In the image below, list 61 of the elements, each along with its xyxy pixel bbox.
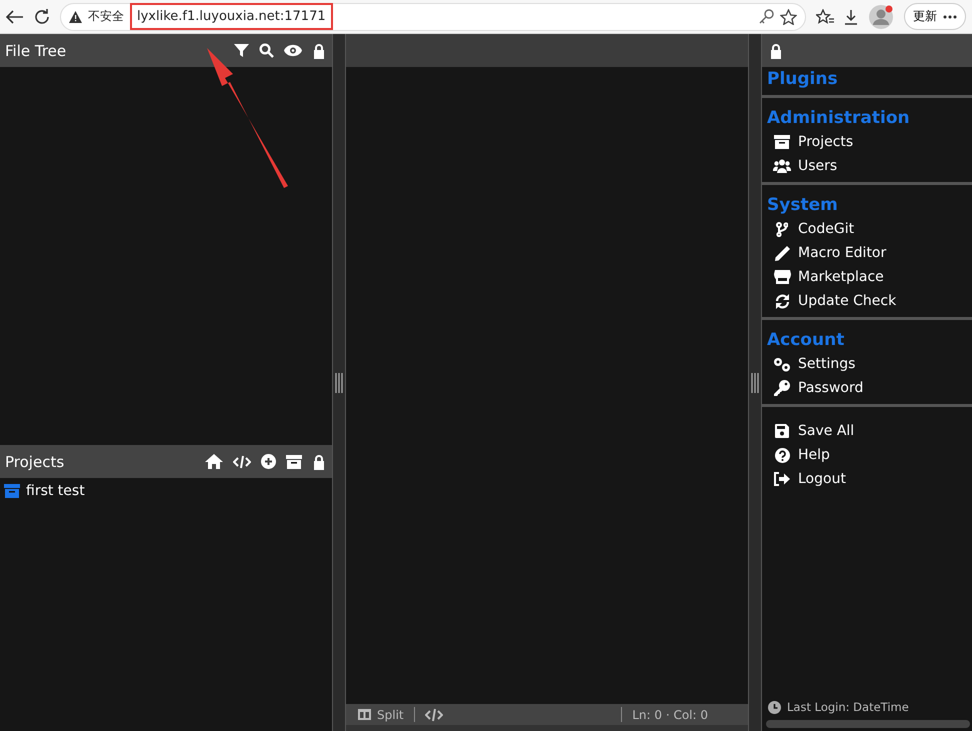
favorites-icon[interactable] [816, 8, 834, 24]
pencil-icon [774, 246, 790, 260]
star-icon[interactable] [780, 8, 797, 24]
cursor-position: Ln: 0 · Col: 0 [632, 708, 708, 722]
eye-icon[interactable] [284, 44, 302, 57]
lock-icon[interactable] [769, 42, 783, 58]
home-icon[interactable] [205, 454, 223, 469]
menu-item[interactable]: Help [767, 445, 830, 465]
last-login: Last Login: DateTime [762, 700, 972, 720]
menu-item[interactable]: Settings [767, 354, 856, 374]
logout-icon [774, 472, 790, 486]
panel-title: Projects [5, 452, 66, 470]
menu-item[interactable]: Password [767, 378, 864, 398]
menu-item[interactable]: Save All [767, 421, 854, 441]
menu-item[interactable]: Update Check [767, 291, 896, 311]
warning-icon [69, 10, 82, 22]
section-heading: Account [767, 330, 844, 350]
menu-item[interactable]: CodeGit [767, 219, 854, 239]
grip-icon[interactable] [335, 372, 343, 392]
avatar-icon[interactable] [868, 4, 894, 30]
section-heading: System [767, 195, 838, 215]
section-heading: Plugins [767, 69, 838, 89]
menu-item[interactable]: Logout [767, 469, 846, 489]
download-icon[interactable] [844, 8, 858, 24]
url-text: lyxlike.f1.luyouxia.net:17171 [130, 3, 333, 30]
menu-item[interactable]: Projects [767, 132, 854, 152]
grip-icon[interactable] [751, 372, 759, 392]
branch-icon [776, 222, 788, 236]
reload-icon[interactable] [34, 8, 50, 24]
split-toggle[interactable]: Split [358, 708, 404, 722]
menu-item[interactable]: Macro Editor [767, 243, 886, 263]
users-icon [773, 159, 791, 173]
section-heading: Administration [767, 108, 910, 128]
add-icon[interactable] [261, 454, 276, 469]
key-icon [774, 380, 790, 396]
menu-item[interactable]: Marketplace [767, 267, 884, 287]
more-icon [943, 14, 957, 18]
help-icon [774, 448, 790, 462]
refresh-icon [774, 294, 790, 308]
project-item[interactable]: first test [4, 483, 85, 499]
split-icon [358, 709, 371, 720]
archive-icon[interactable] [286, 454, 302, 468]
search-icon[interactable] [259, 43, 274, 58]
back-icon[interactable] [6, 10, 24, 24]
update-button[interactable]: 更新 [904, 3, 966, 30]
security-label: 不安全 [88, 8, 124, 25]
filter-icon[interactable] [234, 43, 249, 58]
store-icon [774, 270, 790, 284]
panel-title: File Tree [5, 42, 68, 60]
scrollbar[interactable] [766, 720, 970, 728]
archive-icon [774, 135, 790, 149]
menu-item[interactable]: Users [767, 156, 838, 176]
address-bar[interactable]: 不安全 lyxlike.f1.luyouxia.net:17171 [60, 2, 806, 30]
archive-icon [4, 484, 20, 498]
clock-icon [768, 700, 781, 714]
lock-icon[interactable] [312, 42, 326, 58]
gears-icon [773, 356, 791, 372]
save-icon [775, 424, 789, 438]
key-icon[interactable] [759, 9, 774, 24]
lock-icon[interactable] [312, 454, 326, 470]
code-icon[interactable] [424, 708, 443, 722]
